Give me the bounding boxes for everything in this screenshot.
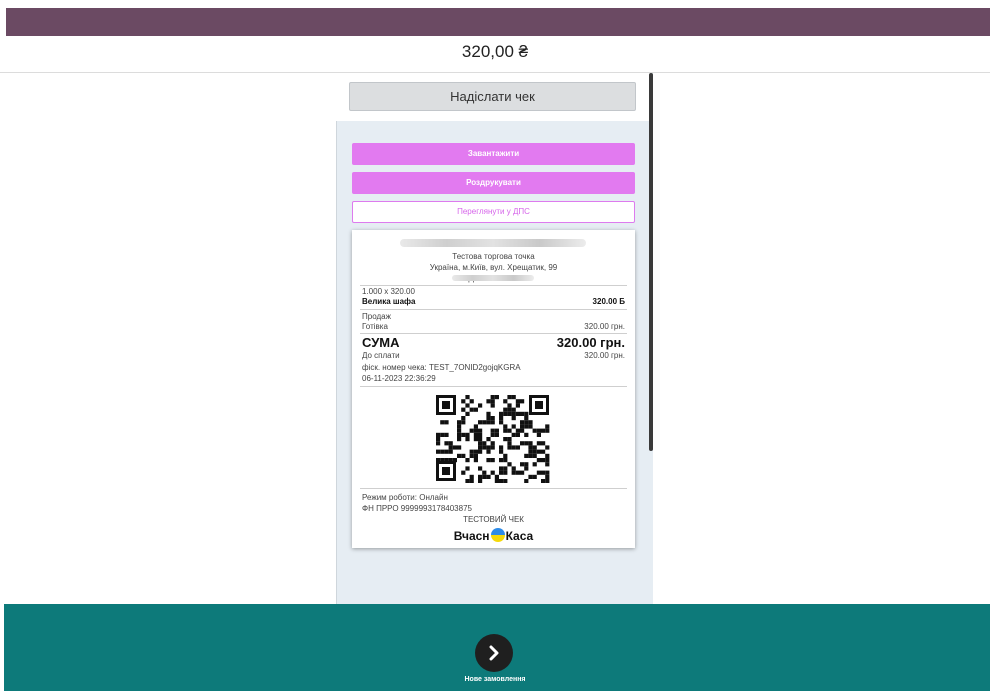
- view-in-dps-button[interactable]: Переглянути у ДПС: [352, 201, 635, 223]
- fiscal-number: фіск. номер чека: TEST_7ONID2gojqKGRA: [362, 363, 521, 372]
- blurred-company-name: [400, 239, 586, 247]
- qr-code-icon: [434, 393, 551, 483]
- item-sum: 320.00 Б: [592, 297, 625, 306]
- total-label: СУМА: [362, 335, 400, 350]
- vchasno-kasa-logo: Вчасн Каса: [352, 528, 635, 543]
- work-mode: Режим роботи: Онлайн: [362, 493, 448, 502]
- download-button[interactable]: Завантажити: [352, 143, 635, 165]
- print-button[interactable]: Роздрукувати: [352, 172, 635, 194]
- receipt-preview: Тестова торгова точка Україна, м.Київ, в…: [352, 230, 635, 548]
- new-order-label[interactable]: Нове замовлення: [400, 676, 590, 683]
- brand-o-icon: [490, 528, 505, 542]
- brand-right: Каса: [505, 529, 534, 543]
- payment-sum: 320.00 грн.: [584, 322, 625, 331]
- panel-scrollbar[interactable]: [649, 73, 653, 451]
- top-bar: [6, 8, 990, 36]
- shop-name: Тестова торгова точка: [452, 252, 535, 261]
- test-receipt-label: ТЕСТОВИЙ ЧЕК: [463, 515, 524, 524]
- total-value: 320.00 грн.: [556, 335, 625, 350]
- receipt-divider: [360, 386, 627, 387]
- receipt-divider: [360, 488, 627, 489]
- to-pay-label: До сплати: [362, 351, 400, 360]
- receipt-datetime: 06-11-2023 22:36:29: [362, 374, 436, 383]
- receipt-divider: [360, 333, 627, 334]
- to-pay-value: 320.00 грн.: [584, 351, 625, 360]
- item-qty-price: 1.000 x 320.00: [362, 287, 415, 296]
- receipt-divider: [360, 309, 627, 310]
- receipt-divider: [360, 285, 627, 286]
- operation-type: Продаж: [362, 312, 391, 321]
- order-total: 320,00 ₴: [461, 42, 529, 61]
- payment-type: Готівка: [362, 322, 388, 331]
- send-receipt-button[interactable]: Надіслати чек: [349, 82, 636, 111]
- brand-left: Вчасн: [453, 529, 490, 543]
- item-name: Велика шафа: [362, 297, 416, 306]
- new-order-button[interactable]: [475, 634, 513, 672]
- prro-number: ФН ПРРО 9999993178403875: [362, 504, 472, 513]
- blurred-id: [452, 275, 534, 281]
- chevron-right-icon: [489, 645, 499, 661]
- shop-address: Україна, м.Київ, вул. Хрещатик, 99: [429, 263, 558, 272]
